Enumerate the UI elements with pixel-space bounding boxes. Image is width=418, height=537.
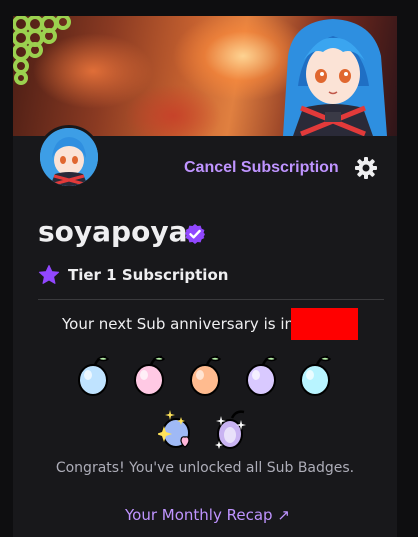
cancel-subscription-button[interactable]: Cancel Subscription	[184, 159, 339, 177]
sub-badge-4[interactable]	[244, 353, 280, 397]
gear-icon[interactable]	[354, 156, 378, 180]
avatar-image	[40, 128, 98, 186]
star-icon	[38, 265, 60, 284]
divider	[38, 299, 384, 300]
channel-banner	[13, 16, 397, 136]
subscription-card: Cancel Subscription soyapoya Tier 1 Subs…	[13, 16, 397, 537]
sub-badge-3[interactable]	[188, 353, 224, 397]
badges-congrats-text: Congrats! You've unlocked all Sub Badges…	[55, 460, 355, 476]
sub-badge-5[interactable]	[298, 353, 334, 397]
sub-badge-2[interactable]	[132, 353, 168, 397]
sub-badge-1[interactable]	[76, 353, 112, 397]
leaf-pattern-decoration	[13, 16, 71, 85]
redacted-value	[291, 308, 358, 340]
sub-badge-7[interactable]	[214, 408, 250, 452]
verified-badge-icon	[185, 224, 205, 244]
channel-avatar[interactable]	[37, 125, 101, 189]
anniversary-text: Your next Sub anniversary is in	[62, 315, 294, 333]
channel-name[interactable]: soyapoya	[38, 215, 187, 248]
banner-character-art	[283, 19, 387, 136]
monthly-recap-link[interactable]: Your Monthly Recap ↗	[125, 506, 290, 524]
sub-badge-6[interactable]	[158, 408, 194, 452]
tier-label: Tier 1 Subscription	[68, 266, 229, 284]
